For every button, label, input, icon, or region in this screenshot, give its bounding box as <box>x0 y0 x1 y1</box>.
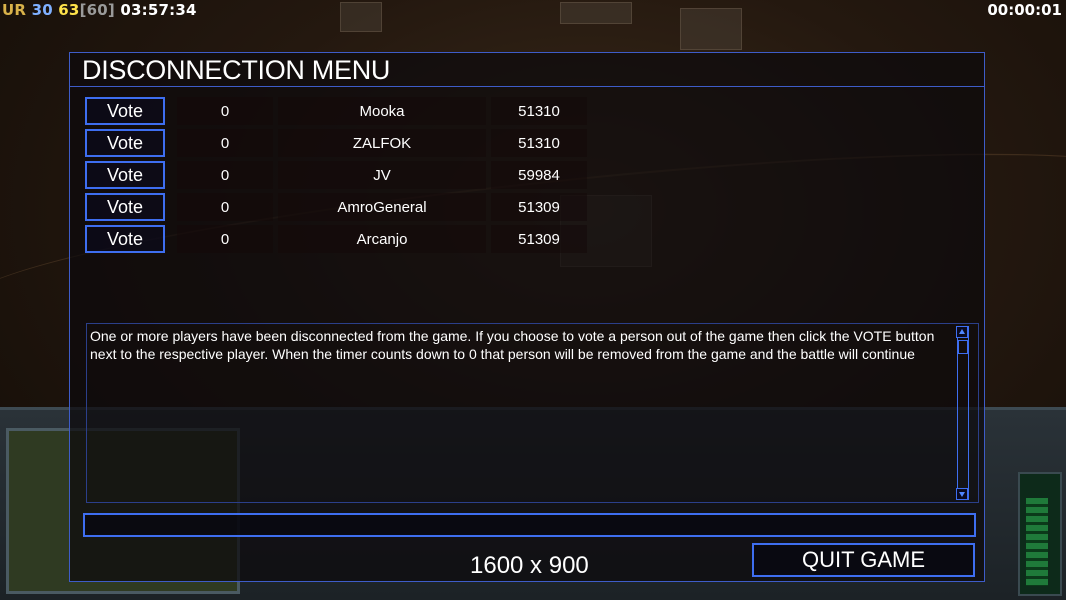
power-bar <box>1026 498 1048 586</box>
background-building <box>680 8 742 50</box>
background-building <box>560 2 632 24</box>
disconnect-timer: 00:00:01 <box>987 1 1062 19</box>
player-name: Arcanjo <box>278 225 486 253</box>
vote-button[interactable]: Vote <box>85 225 165 253</box>
player-ping: 59984 <box>491 161 587 189</box>
chat-input[interactable] <box>83 513 976 537</box>
background-building <box>340 2 382 32</box>
player-ping: 51309 <box>491 225 587 253</box>
player-ping: 51310 <box>491 129 587 157</box>
vote-button[interactable]: Vote <box>85 193 165 221</box>
player-name: AmroGeneral <box>278 193 486 221</box>
player-name: JV <box>278 161 486 189</box>
player-name: Mooka <box>278 97 486 125</box>
player-timer: 0 <box>177 225 273 253</box>
vote-button[interactable]: Vote <box>85 129 165 157</box>
player-ping: 51310 <box>491 97 587 125</box>
game-clock: 03:57:34 <box>120 1 197 19</box>
dialog-title-bar: DISCONNECTION MENU <box>70 53 984 87</box>
fps-current: 30 <box>31 1 53 19</box>
performance-readout: UR 30 63[60] 03:57:34 <box>2 1 197 19</box>
player-name: ZALFOK <box>278 129 486 157</box>
player-timer: 0 <box>177 193 273 221</box>
fps-average: 63 <box>58 1 80 19</box>
scroll-down-icon[interactable] <box>956 488 968 500</box>
message-scrollbar[interactable] <box>956 326 969 500</box>
quit-game-button[interactable]: QUIT GAME <box>752 543 975 577</box>
fps-cap: [60] <box>79 1 115 19</box>
message-box: One or more players have been disconnect… <box>86 323 979 503</box>
vote-button[interactable]: Vote <box>85 161 165 189</box>
disconnect-message: One or more players have been disconnect… <box>90 328 935 362</box>
scroll-thumb[interactable] <box>958 340 968 354</box>
disconnection-dialog: DISCONNECTION MENU Vote 0 Mooka 51310 Vo… <box>69 52 985 582</box>
scroll-up-icon[interactable] <box>956 326 968 338</box>
resolution-label: 1600 x 900 <box>470 552 589 579</box>
player-timer: 0 <box>177 129 273 157</box>
player-timer: 0 <box>177 161 273 189</box>
dialog-title: DISCONNECTION MENU <box>82 55 391 85</box>
vote-button[interactable]: Vote <box>85 97 165 125</box>
player-ping: 51309 <box>491 193 587 221</box>
player-timer: 0 <box>177 97 273 125</box>
ur-label: UR <box>2 1 27 19</box>
